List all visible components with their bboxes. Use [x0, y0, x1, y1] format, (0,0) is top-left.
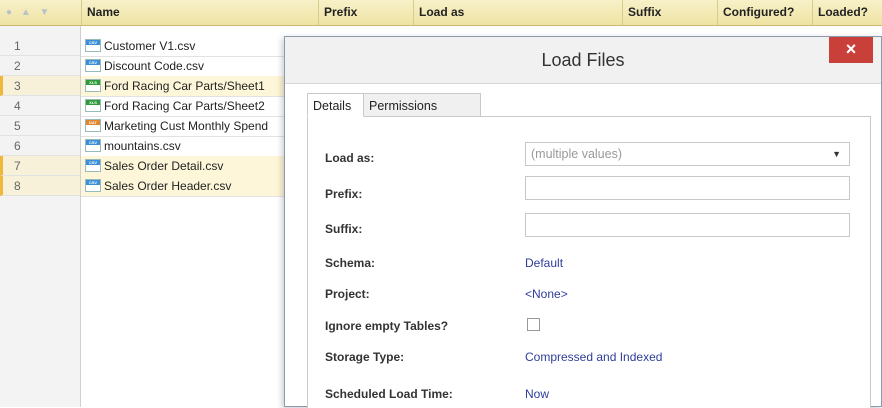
column-header-configured[interactable]: Configured?: [717, 0, 812, 25]
row-number: 6: [0, 136, 80, 156]
file-name: Customer V1.csv: [104, 39, 196, 53]
schema-label: Schema:: [325, 256, 376, 270]
header-status-icons[interactable]: ● ▲ ▼: [6, 0, 52, 25]
dialog-title: Load Files: [541, 50, 625, 70]
file-name: Ford Racing Car Parts/Sheet1: [104, 79, 265, 93]
file-name-cell[interactable]: CSV Customer V1.csv: [81, 36, 300, 57]
column-header-load-as[interactable]: Load as: [413, 0, 622, 25]
table-row[interactable]: 8 CSV Sales Order Header.csv: [0, 176, 300, 197]
storage-type-label: Storage Type:: [325, 350, 405, 364]
ignore-empty-tables-checkbox[interactable]: [527, 318, 540, 331]
file-name-cell[interactable]: CSV mountains.csv: [81, 136, 300, 157]
load-as-select[interactable]: (multiple values) ▼: [525, 142, 850, 166]
file-name-cell[interactable]: CSV Sales Order Detail.csv: [81, 156, 300, 177]
column-header-name[interactable]: Name: [81, 0, 318, 25]
table-row[interactable]: 3 XLS Ford Racing Car Parts/Sheet1: [0, 76, 300, 97]
table-row[interactable]: 4 XLS Ford Racing Car Parts/Sheet2: [0, 96, 300, 117]
column-header-suffix[interactable]: Suffix: [622, 0, 717, 25]
file-name: Sales Order Detail.csv: [104, 159, 224, 173]
dialog-title-bar[interactable]: Load Files ×: [285, 37, 881, 84]
table-row[interactable]: 5 DAT Marketing Cust Monthly Spend: [0, 116, 300, 137]
file-name-cell[interactable]: XLS Ford Racing Car Parts/Sheet1: [81, 76, 300, 97]
file-name: Marketing Cust Monthly Spend: [104, 119, 269, 133]
load-as-label: Load as:: [325, 151, 375, 165]
csv-file-icon: CSV: [85, 159, 101, 172]
file-name-cell[interactable]: XLS Ford Racing Car Parts/Sheet2: [81, 96, 300, 117]
scheduled-load-time-value[interactable]: Now: [525, 387, 549, 401]
file-name-cell[interactable]: CSV Discount Code.csv: [81, 56, 300, 77]
storage-type-value[interactable]: Compressed and Indexed: [525, 350, 662, 364]
table-row[interactable]: 7 CSV Sales Order Detail.csv: [0, 156, 300, 177]
csv-file-icon: CSV: [85, 59, 101, 72]
file-name: Sales Order Header.csv: [104, 179, 232, 193]
table-row[interactable]: 6 CSV mountains.csv: [0, 136, 300, 157]
xls-file-icon: XLS: [85, 99, 101, 112]
details-panel: Load as: (multiple values) ▼ Prefix: Suf…: [307, 116, 871, 408]
project-value[interactable]: <None>: [525, 287, 568, 301]
schema-value[interactable]: Default: [525, 256, 563, 270]
suffix-input[interactable]: [525, 213, 850, 237]
file-name: mountains.csv: [104, 139, 181, 153]
row-number: 2: [0, 56, 80, 76]
prefix-label: Prefix:: [325, 187, 363, 201]
load-as-value: (multiple values): [531, 147, 623, 161]
row-number: 7: [0, 156, 80, 176]
chevron-down-icon[interactable]: ▼: [832, 143, 841, 165]
csv-file-icon: CSV: [85, 179, 101, 192]
table-row[interactable]: 2 CSV Discount Code.csv: [0, 56, 300, 77]
scheduled-load-time-label: Scheduled Load Time:: [325, 387, 453, 401]
file-name-cell[interactable]: DAT Marketing Cust Monthly Spend: [81, 116, 300, 137]
tab-details[interactable]: Details: [307, 93, 364, 117]
csv-file-icon: CSV: [85, 39, 101, 52]
file-name: Ford Racing Car Parts/Sheet2: [104, 99, 265, 113]
row-number: 8: [0, 176, 80, 196]
suffix-label: Suffix:: [325, 222, 363, 236]
table-row[interactable]: 1 CSV Customer V1.csv: [0, 36, 300, 57]
dat-file-icon: DAT: [85, 119, 101, 132]
file-name-cell[interactable]: CSV Sales Order Header.csv: [81, 176, 300, 197]
ignore-empty-tables-label: Ignore empty Tables?: [325, 319, 449, 333]
column-header-loaded[interactable]: Loaded?: [812, 0, 882, 25]
column-header-prefix[interactable]: Prefix: [318, 0, 413, 25]
load-files-dialog: Load Files × Details Permissions Load as…: [284, 36, 882, 408]
tab-permissions[interactable]: Permissions: [363, 93, 481, 117]
grid-header: ● ▲ ▼ Name Prefix Load as Suffix Configu…: [0, 0, 882, 26]
csv-file-icon: CSV: [85, 139, 101, 152]
row-number: 5: [0, 116, 80, 136]
project-label: Project:: [325, 287, 370, 301]
row-number: 1: [0, 36, 80, 56]
row-number: 4: [0, 96, 80, 116]
file-name: Discount Code.csv: [104, 59, 205, 73]
row-number: 3: [0, 76, 80, 96]
xls-file-icon: XLS: [85, 79, 101, 92]
prefix-input[interactable]: [525, 176, 850, 200]
close-button[interactable]: ×: [829, 37, 873, 63]
